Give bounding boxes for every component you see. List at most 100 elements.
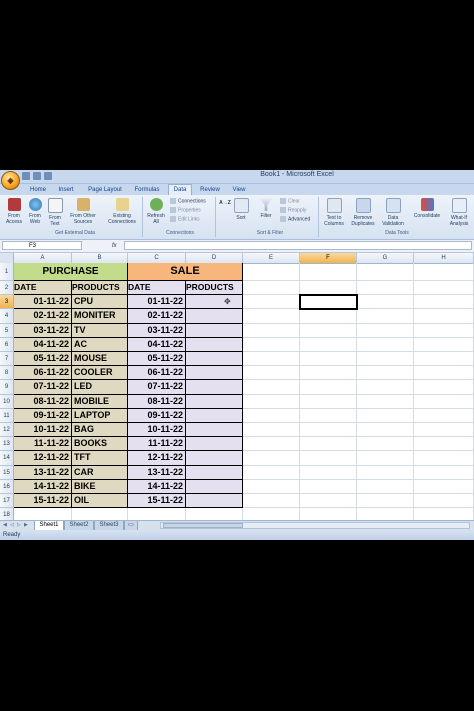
purchase-products-header[interactable]: PRODUCTS	[72, 281, 128, 296]
purchase-date-cell[interactable]: 14-11-22	[14, 479, 72, 494]
empty-cell[interactable]	[357, 309, 414, 324]
empty-cell[interactable]	[243, 451, 300, 466]
sale-date-cell[interactable]: 15-11-22	[128, 494, 186, 509]
empty-cell[interactable]	[300, 465, 357, 480]
empty-cell[interactable]	[243, 295, 300, 310]
purchase-date-cell[interactable]: 04-11-22	[14, 337, 72, 352]
row-header-3[interactable]: 3	[0, 295, 14, 310]
empty-cell[interactable]	[414, 337, 474, 352]
empty-cell[interactable]	[357, 479, 414, 494]
empty-cell[interactable]	[300, 479, 357, 494]
from-other-sources-button[interactable]: From Other Sources	[66, 198, 100, 225]
what-if-analysis-button[interactable]: What-If Analysis	[444, 198, 474, 227]
sale-product-cell[interactable]	[186, 295, 243, 310]
sale-date-cell[interactable]: 07-11-22	[128, 380, 186, 395]
remove-duplicates-button[interactable]: Remove Duplicates	[348, 198, 378, 227]
sale-product-cell[interactable]	[186, 352, 243, 367]
empty-cell[interactable]	[414, 352, 474, 367]
sale-product-cell[interactable]	[186, 423, 243, 438]
empty-cell[interactable]	[414, 366, 474, 381]
sale-header[interactable]: SALE	[128, 263, 243, 281]
consolidate-button[interactable]: Consolidate	[410, 198, 444, 219]
worksheet-grid[interactable]: ABCDEFGH PURCHASE SALE DATE PRODUCTS DATE PRO…	[0, 253, 474, 520]
purchase-date-cell[interactable]: 15-11-22	[14, 494, 72, 509]
empty-cell[interactable]	[414, 437, 474, 452]
from-web-button[interactable]: From Web	[25, 198, 45, 225]
column-header-a[interactable]: A	[14, 253, 72, 263]
sale-product-cell[interactable]	[186, 479, 243, 494]
row-header-2[interactable]: 2	[0, 281, 14, 296]
empty-cell[interactable]	[243, 408, 300, 423]
purchase-date-cell[interactable]: 03-11-22	[14, 323, 72, 338]
empty-cell[interactable]	[243, 281, 300, 296]
purchase-date-cell[interactable]: 13-11-22	[14, 465, 72, 480]
sale-date-cell[interactable]: 14-11-22	[128, 479, 186, 494]
empty-cell[interactable]	[243, 337, 300, 352]
purchase-date-cell[interactable]: 10-11-22	[14, 423, 72, 438]
tab-insert[interactable]: Insert	[54, 185, 78, 195]
purchase-date-header[interactable]: DATE	[14, 281, 72, 296]
empty-cell[interactable]	[243, 352, 300, 367]
sort-az-button[interactable]: A→Z	[218, 200, 232, 206]
purchase-date-cell[interactable]: 11-11-22	[14, 437, 72, 452]
row-header-5[interactable]: 5	[0, 323, 14, 338]
sale-date-cell[interactable]: 03-11-22	[128, 323, 186, 338]
purchase-product-cell[interactable]: LED	[72, 380, 128, 395]
last-sheet-icon[interactable]: ▶	[24, 522, 28, 528]
sale-product-cell[interactable]	[186, 408, 243, 423]
edit-links-button[interactable]: Edit Links	[170, 216, 200, 223]
empty-cell[interactable]	[72, 508, 128, 520]
empty-cell[interactable]	[300, 394, 357, 409]
empty-cell[interactable]	[357, 352, 414, 367]
column-header-f[interactable]: F	[300, 253, 357, 263]
empty-cell[interactable]	[243, 479, 300, 494]
row-header-15[interactable]: 15	[0, 465, 14, 480]
empty-cell[interactable]	[243, 263, 300, 281]
sort-button[interactable]: Sort	[232, 198, 250, 221]
empty-cell[interactable]	[243, 423, 300, 438]
first-sheet-icon[interactable]: ◀	[3, 522, 7, 528]
purchase-product-cell[interactable]: MOBILE	[72, 394, 128, 409]
scroll-thumb[interactable]	[163, 523, 243, 528]
name-box[interactable]: F3	[2, 241, 82, 250]
row-header-1[interactable]: 1	[0, 263, 14, 281]
sale-product-cell[interactable]	[186, 494, 243, 509]
sale-date-cell[interactable]: 02-11-22	[128, 309, 186, 324]
empty-cell[interactable]	[243, 494, 300, 509]
row-header-18[interactable]: 18	[0, 508, 14, 520]
purchase-header[interactable]: PURCHASE	[14, 263, 128, 281]
purchase-product-cell[interactable]: MONITER	[72, 309, 128, 324]
row-header-6[interactable]: 6	[0, 337, 14, 352]
row-header-16[interactable]: 16	[0, 479, 14, 494]
purchase-date-cell[interactable]: 08-11-22	[14, 394, 72, 409]
purchase-date-cell[interactable]: 01-11-22	[14, 295, 72, 310]
empty-cell[interactable]	[243, 309, 300, 324]
sale-product-cell[interactable]	[186, 309, 243, 324]
purchase-date-cell[interactable]: 06-11-22	[14, 366, 72, 381]
empty-cell[interactable]	[414, 408, 474, 423]
existing-connections-button[interactable]: Existing Connections	[104, 198, 140, 225]
purchase-product-cell[interactable]: TV	[72, 323, 128, 338]
empty-cell[interactable]	[357, 494, 414, 509]
empty-cell[interactable]	[300, 494, 357, 509]
empty-cell[interactable]	[357, 295, 414, 310]
row-header-11[interactable]: 11	[0, 408, 14, 423]
empty-cell[interactable]	[357, 451, 414, 466]
sale-date-header[interactable]: DATE	[128, 281, 186, 296]
row-header-9[interactable]: 9	[0, 380, 14, 395]
from-access-button[interactable]: From Access	[3, 198, 25, 225]
sale-product-cell[interactable]	[186, 465, 243, 480]
empty-cell[interactable]	[243, 394, 300, 409]
filter-button[interactable]: Filter	[256, 198, 276, 219]
column-header-h[interactable]: H	[414, 253, 474, 263]
purchase-product-cell[interactable]: OIL	[72, 494, 128, 509]
sale-date-cell[interactable]: 09-11-22	[128, 408, 186, 423]
purchase-product-cell[interactable]: BIKE	[72, 479, 128, 494]
sale-date-cell[interactable]: 13-11-22	[128, 465, 186, 480]
empty-cell[interactable]	[300, 508, 357, 520]
tab-review[interactable]: Review	[196, 185, 224, 195]
empty-cell[interactable]	[300, 323, 357, 338]
empty-cell[interactable]	[357, 408, 414, 423]
column-header-d[interactable]: D	[186, 253, 243, 263]
empty-cell[interactable]	[300, 366, 357, 381]
